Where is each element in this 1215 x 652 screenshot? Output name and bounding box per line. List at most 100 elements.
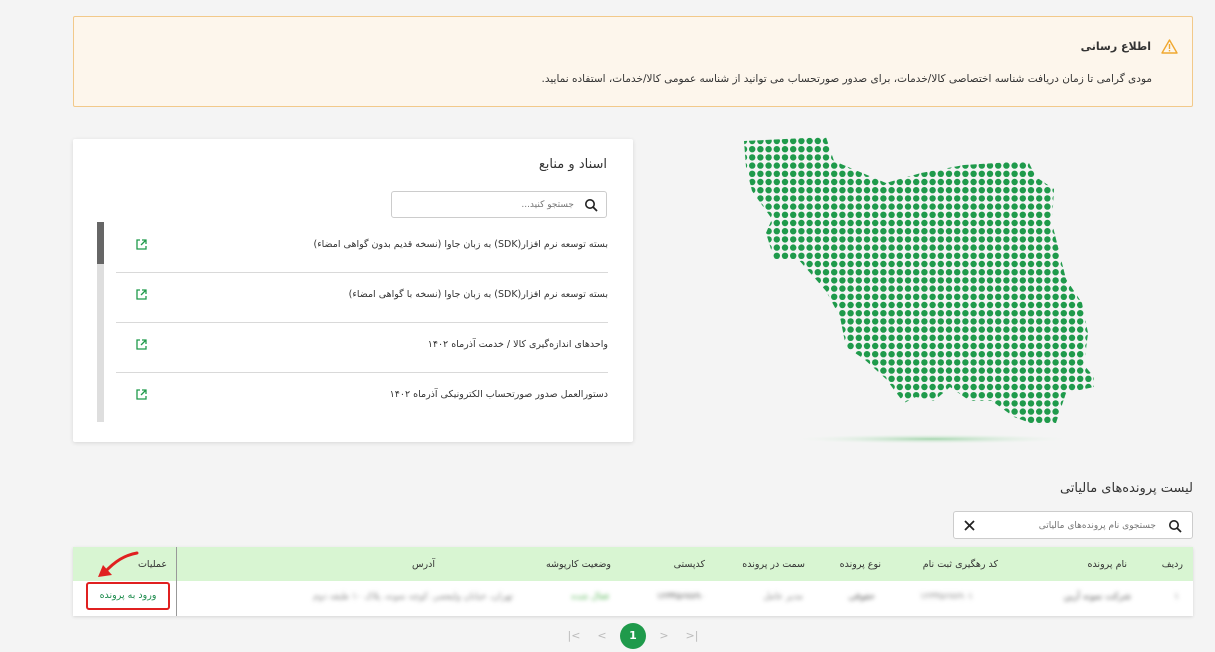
map-dot: [896, 400, 903, 407]
map-dot: [855, 310, 862, 317]
external-link-icon[interactable]: [135, 338, 148, 351]
cases-search-input[interactable]: [982, 517, 1156, 535]
map-dot: [781, 277, 789, 284]
map-dot: [863, 367, 871, 374]
map-dot: [1060, 162, 1067, 169]
map-dot: [1027, 260, 1035, 268]
search-icon[interactable]: [1168, 519, 1182, 533]
map-dot: [1027, 277, 1035, 284]
map-dot: [1077, 146, 1084, 153]
map-dot: [1052, 416, 1059, 423]
doc-item[interactable]: بسته توسعه نرم افزار(SDK) به زبان جاوا (…: [116, 272, 608, 323]
map-dot: [929, 301, 936, 309]
map-dot: [790, 269, 797, 276]
doc-item[interactable]: دستورالعمل صدور صورتحساب الکترونیکی آذرم…: [116, 372, 608, 423]
map-dot: [847, 203, 854, 210]
map-dot: [1044, 195, 1051, 202]
map-dot: [1085, 244, 1092, 251]
map-dot: [880, 146, 887, 153]
doc-item-label[interactable]: بسته توسعه نرم افزار(SDK) به زبان جاوا (…: [349, 289, 608, 300]
map-dot: [880, 219, 887, 227]
map-dot: [995, 162, 1002, 169]
enter-case-button[interactable]: ورود به پرونده: [86, 582, 170, 610]
map-dot: [1003, 277, 1010, 284]
map-dot: [1011, 187, 1018, 194]
map-dot: [904, 219, 912, 227]
prev-page-icon[interactable]: <: [589, 623, 615, 649]
map-dot: [986, 293, 994, 300]
map-dot: [978, 416, 985, 423]
first-page-icon[interactable]: |<: [561, 623, 587, 649]
map-dot: [1003, 146, 1010, 153]
map-dot: [814, 400, 821, 407]
map-dot: [757, 351, 764, 358]
doc-item-label[interactable]: دستورالعمل صدور صورتحساب الکترونیکی آذرم…: [390, 389, 608, 400]
map-dot: [937, 236, 944, 243]
map-dot: [896, 170, 903, 177]
map-dot: [904, 326, 912, 333]
map-dot: [1011, 359, 1018, 366]
map-dot: [757, 310, 764, 317]
map-dot: [1077, 137, 1084, 145]
page-number-current[interactable]: 1: [620, 623, 646, 649]
map-dot: [904, 383, 912, 391]
map-dot: [1060, 277, 1067, 284]
map-dot: [913, 154, 920, 161]
map-dot: [1027, 351, 1035, 358]
map-dot: [1019, 383, 1026, 391]
map-dot: [1068, 416, 1076, 423]
search-icon[interactable]: [584, 198, 598, 212]
doc-item-label[interactable]: واحدهای اندازه‌گیری کالا / خدمت آذرماه ۱…: [428, 339, 608, 350]
map-dot: [839, 310, 846, 317]
clear-icon[interactable]: [963, 519, 976, 532]
map-dot: [1052, 195, 1059, 202]
map-dot: [781, 219, 789, 227]
map-dot: [1019, 416, 1026, 423]
doc-item[interactable]: بسته توسعه نرم افزار(SDK) به زبان جاوا (…: [116, 222, 608, 273]
map-dot: [790, 392, 797, 399]
map-dot: [945, 351, 953, 358]
map-dot: [781, 228, 789, 235]
map-dot: [863, 211, 871, 218]
last-page-icon[interactable]: >|: [679, 623, 705, 649]
external-link-icon[interactable]: [135, 288, 148, 301]
map-dot: [1093, 392, 1094, 399]
external-link-icon[interactable]: [135, 388, 148, 401]
map-dot: [986, 408, 994, 415]
map-dot: [831, 424, 838, 425]
map-dot: [880, 400, 887, 407]
map-dot: [872, 301, 879, 309]
map-dot: [896, 334, 903, 341]
map-dot: [765, 228, 772, 235]
map-dot: [937, 269, 944, 276]
map-dot: [1068, 252, 1076, 259]
map-dot: [822, 203, 830, 210]
map-dot: [904, 392, 912, 399]
map-dot: [773, 416, 780, 423]
map-dot: [814, 236, 821, 243]
map-dot: [962, 416, 969, 423]
map-dot: [806, 293, 813, 300]
map-dot: [757, 334, 764, 341]
docs-search-input[interactable]: [398, 196, 574, 214]
map-dot: [863, 195, 871, 202]
map-dot: [970, 162, 977, 169]
map-dot: [1011, 375, 1018, 382]
map-dot: [1019, 269, 1026, 276]
map-dot: [863, 408, 871, 415]
map-dot: [1068, 318, 1076, 325]
doc-item[interactable]: واحدهای اندازه‌گیری کالا / خدمت آذرماه ۱…: [116, 322, 608, 373]
map-dot: [995, 351, 1002, 358]
map-dot: [1027, 416, 1035, 423]
map-dot: [781, 416, 789, 423]
docs-scrollbar-thumb[interactable]: [97, 222, 104, 264]
map-dot: [806, 178, 813, 186]
map-dot: [814, 359, 821, 366]
map-dot: [822, 269, 830, 276]
map-dot: [1019, 154, 1026, 161]
next-page-icon[interactable]: >: [651, 623, 677, 649]
map-dot: [1036, 351, 1043, 358]
map-dot: [847, 170, 854, 177]
doc-item-label[interactable]: بسته توسعه نرم افزار(SDK) به زبان جاوا (…: [313, 239, 608, 250]
external-link-icon[interactable]: [135, 238, 148, 251]
